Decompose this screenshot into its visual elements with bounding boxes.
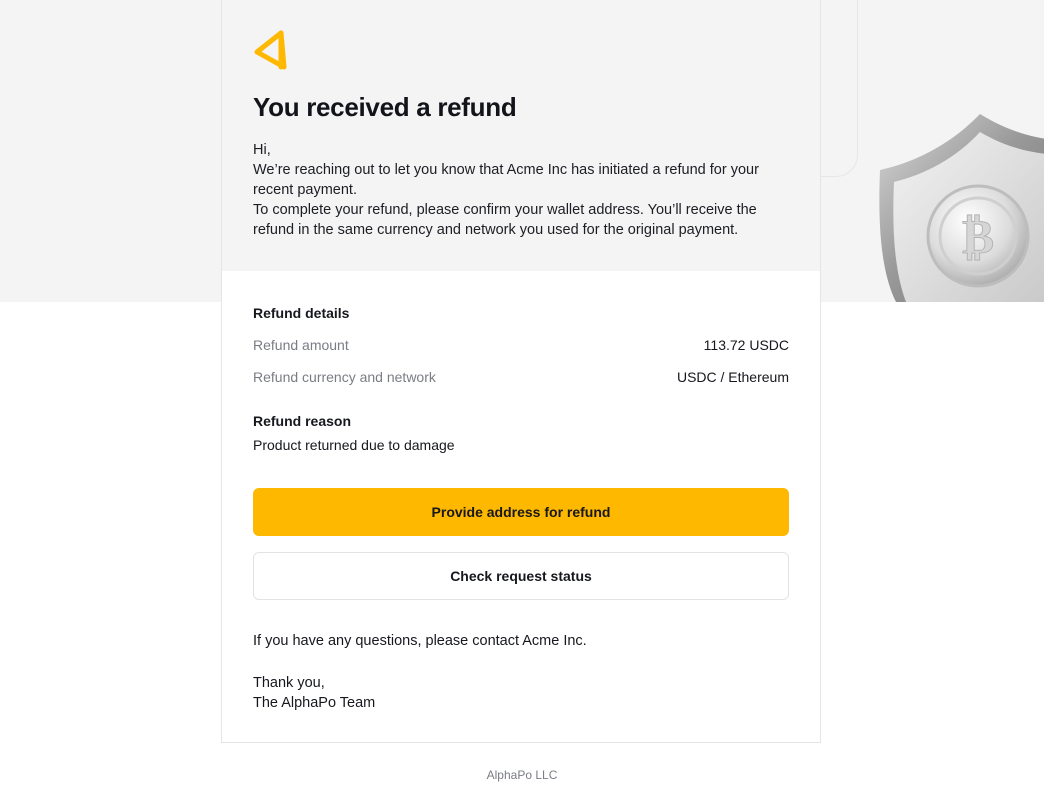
- check-status-button[interactable]: Check request status: [253, 552, 789, 600]
- footer-company: AlphaPo LLC: [486, 768, 558, 782]
- signoff-team: The AlphaPo Team: [253, 695, 376, 711]
- signoff: Thank you, The AlphaPo Team: [253, 673, 375, 713]
- refund-reason-text: Product returned due to damage: [253, 437, 455, 453]
- refund-amount-label: Refund amount: [253, 337, 349, 353]
- greeting: Hi,: [253, 142, 271, 158]
- intro-paragraph-1: We’re reaching out to let you know that …: [253, 162, 759, 198]
- email-header: You received a refund Hi, We’re reaching…: [222, 0, 820, 271]
- refund-details-heading: Refund details: [253, 305, 350, 321]
- intro-text: Hi, We’re reaching out to let you know t…: [253, 140, 793, 240]
- refund-network-label: Refund currency and network: [253, 369, 436, 385]
- contact-text: If you have any questions, please contac…: [253, 633, 587, 649]
- refund-reason-heading: Refund reason: [253, 413, 352, 429]
- signoff-thanks: Thank you,: [253, 675, 325, 691]
- refund-network-value: USDC / Ethereum: [676, 369, 789, 385]
- refund-amount-value: 113.72 USDC: [703, 337, 789, 353]
- svg-text:₿: ₿: [962, 209, 994, 265]
- email-title: You received a refund: [253, 92, 517, 122]
- email-card: You received a refund Hi, We’re reaching…: [221, 0, 821, 743]
- intro-paragraph-2: To complete your refund, please confirm …: [253, 202, 757, 238]
- bitcoin-shield-icon: ₿: [879, 114, 1044, 302]
- provide-address-button[interactable]: Provide address for refund: [253, 488, 789, 536]
- alphapo-logo-icon: [254, 30, 287, 70]
